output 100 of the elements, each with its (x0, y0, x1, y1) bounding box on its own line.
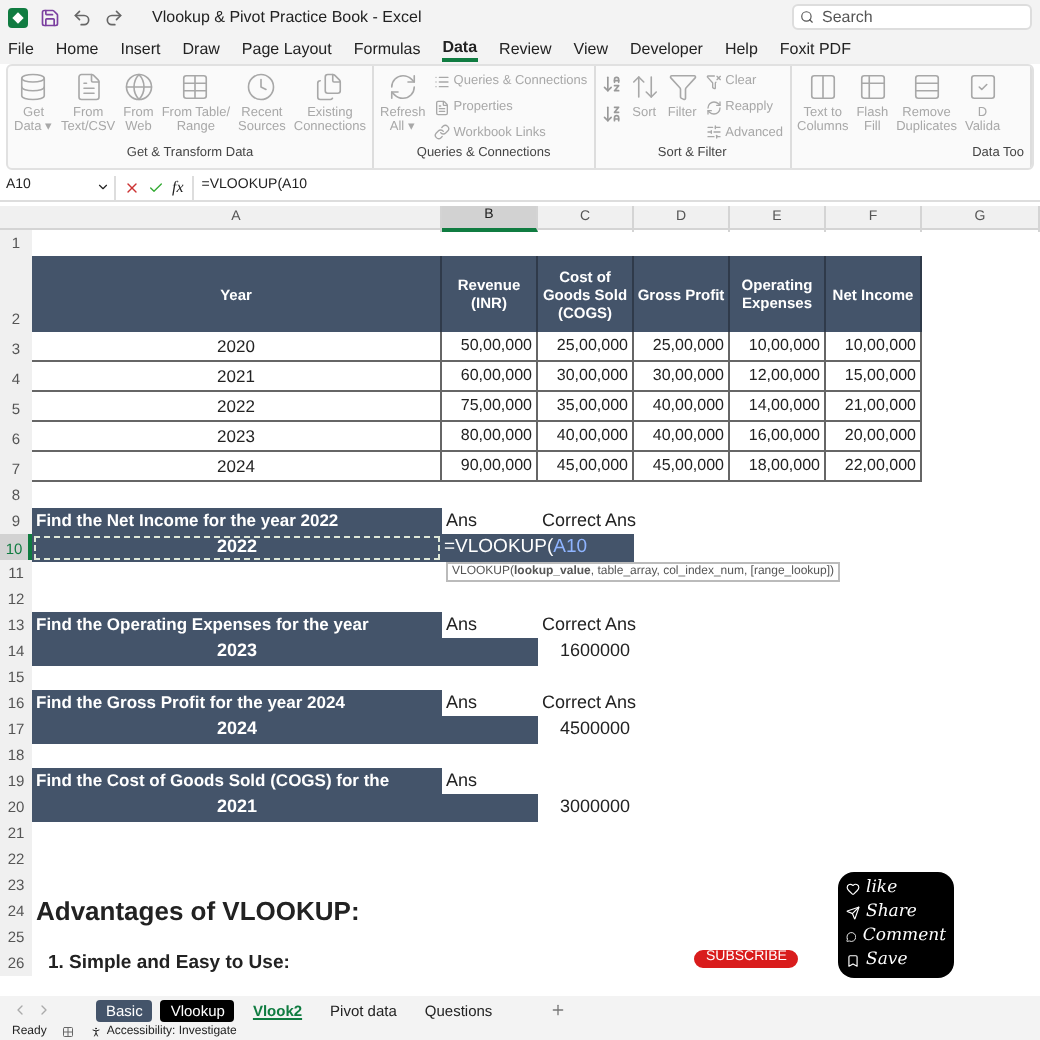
cell-fill (442, 794, 538, 821)
action-label: Share (866, 902, 917, 924)
table-icon (857, 72, 888, 102)
editing-cell[interactable]: =VLOOKUP(A10 (442, 534, 634, 563)
rows-icon (911, 72, 942, 102)
sort-icon (629, 72, 660, 102)
refresh-icon (387, 72, 418, 102)
ribbon-tab[interactable]: Developer (629, 36, 703, 62)
table-cell: 40,00,000 (634, 392, 730, 422)
table-cell: 20,00,000 (826, 422, 922, 452)
action-label: like (866, 878, 898, 900)
window-title: Vlookup & Pivot Practice Book - Excel (152, 5, 422, 29)
result-cell-text: 3000000 (557, 794, 632, 820)
table-cell: 21,00,000 (826, 392, 922, 422)
search-field[interactable]: Search (792, 4, 1032, 30)
ribbon-tab[interactable]: Foxit PDF (779, 36, 851, 62)
enter-icon[interactable] (148, 179, 164, 195)
table-cell: 16,00,000 (730, 422, 826, 452)
table-cell: 12,00,000 (730, 362, 826, 392)
question-cell: Find the Cost of Goods Sold (COGS) for the (32, 768, 442, 795)
speech-bubble-icon (846, 930, 857, 944)
ribbon-tab[interactable]: View (573, 36, 608, 62)
table-cell: 2023 (32, 422, 442, 452)
table-cell: 14,00,000 (730, 392, 826, 422)
search-icon (800, 10, 814, 24)
bookmark-icon (846, 954, 860, 968)
next-sheet-icon[interactable] (36, 1002, 52, 1018)
clear-filter-icon (705, 73, 722, 90)
table-cell: 50,00,000 (442, 332, 538, 362)
table-cell: 15,00,000 (826, 362, 922, 392)
sort-ascending-icon[interactable] (601, 74, 622, 94)
result-cell-text: 1600000 (557, 638, 632, 664)
globe-icon (123, 72, 154, 102)
label-cell-text: Correct Ans (540, 612, 634, 638)
filter-icon (667, 72, 698, 102)
cell-fill (442, 638, 538, 665)
previous-sheet-icon[interactable] (12, 1002, 28, 1018)
table-cell: 10,00,000 (826, 332, 922, 362)
add-sheet-icon[interactable] (550, 1002, 567, 1018)
files-icon (314, 72, 345, 102)
grid-icon (62, 1026, 75, 1038)
ribbon-tab[interactable]: Help (724, 36, 758, 62)
year-cell: 2021 (32, 794, 442, 821)
section-heading: Advantages of VLOOKUP: (34, 898, 362, 924)
accessibility-icon (90, 1026, 103, 1038)
ribbon-tab[interactable]: Home (55, 36, 99, 62)
subheading: 1. Simple and Easy to Use: (46, 950, 292, 976)
result-cell-text: 4500000 (557, 716, 632, 742)
table-cell: 10,00,000 (730, 332, 826, 362)
columns-icon (807, 72, 838, 102)
cancel-icon[interactable] (124, 179, 140, 195)
app-icon (8, 7, 28, 27)
cell-fill (442, 716, 538, 743)
table-cell: 2022 (32, 392, 442, 422)
undo-icon[interactable] (72, 7, 92, 27)
table-cell: 80,00,000 (442, 422, 538, 452)
table-cell: 2024 (32, 452, 442, 482)
question-cell: Find the Net Income for the year 2022 (32, 508, 442, 535)
table-cell: 45,00,000 (634, 452, 730, 482)
table-cell: 30,00,000 (634, 362, 730, 392)
heart-icon (846, 882, 860, 896)
table-cell: 2020 (32, 332, 442, 362)
table-cell: 35,00,000 (538, 392, 634, 422)
ribbon-tab[interactable]: File (8, 36, 34, 62)
ribbon-tab[interactable]: Formulas (353, 36, 421, 62)
table-cell: 40,00,000 (634, 422, 730, 452)
list-icon (433, 73, 450, 90)
year-cell: 2022 (32, 534, 442, 563)
table-cell: 18,00,000 (730, 452, 826, 482)
ribbon-tab[interactable]: Draw (182, 36, 220, 62)
database-icon (18, 72, 49, 102)
label-cell-text: Correct Ans (540, 508, 634, 534)
document-icon (433, 99, 450, 116)
action-label: Comment (862, 926, 946, 948)
redo-icon[interactable] (104, 7, 124, 27)
insert-function-button[interactable]: fx (172, 175, 184, 199)
year-cell: 2023 (32, 638, 442, 665)
table-cell: 30,00,000 (538, 362, 634, 392)
table-cell: 25,00,000 (634, 332, 730, 362)
link-icon (433, 124, 450, 141)
question-cell: Find the Operating Expenses for the year (32, 612, 442, 639)
send-icon (846, 906, 860, 920)
label-cell-text: Ans (444, 508, 480, 534)
table-cell: 25,00,000 (538, 332, 634, 362)
sort-descending-icon[interactable] (601, 104, 622, 124)
ribbon-tab[interactable]: Insert (120, 36, 161, 62)
question-cell: Find the Gross Profit for the year 2024 (32, 690, 442, 717)
label-cell-text: Ans (444, 690, 480, 716)
label-cell-text: Correct Ans (540, 690, 634, 716)
document-icon (73, 72, 104, 102)
sliders-icon (705, 124, 722, 141)
ribbon-tab[interactable]: Page Layout (241, 36, 332, 62)
clock-icon (246, 72, 277, 102)
checkbox-icon (967, 72, 998, 102)
year-cell: 2024 (32, 716, 442, 743)
save-icon[interactable] (40, 7, 60, 27)
ribbon-tab[interactable]: Review (499, 36, 552, 62)
label-cell-text: Ans (444, 612, 480, 638)
table-cell: 2021 (32, 362, 442, 392)
table-cell: 45,00,000 (538, 452, 634, 482)
